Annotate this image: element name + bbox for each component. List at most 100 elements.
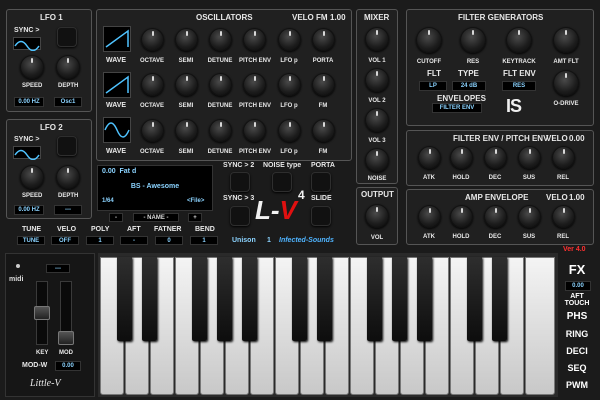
phs-button[interactable]: PHS [564, 311, 590, 322]
filter-odrive-knob[interactable] [553, 70, 579, 96]
osc3-fm-knob[interactable] [312, 119, 335, 142]
deci-button[interactable]: DECI [564, 346, 590, 356]
type-value[interactable]: 24 dB [452, 81, 486, 91]
lfo1-depth-knob[interactable] [56, 55, 80, 79]
osc1-lfo-p-knob[interactable] [278, 28, 301, 51]
velo-fm-value[interactable]: 1.00 [330, 13, 346, 22]
mod-wheel-handle[interactable] [58, 331, 74, 345]
lfo1-depth-value[interactable]: Osc1 [54, 97, 82, 107]
black-key[interactable] [392, 257, 407, 341]
mixer-vol1-knob[interactable] [365, 27, 389, 51]
aft-touch-value[interactable]: 0.00 [565, 281, 591, 291]
black-key[interactable] [142, 257, 157, 341]
little-v-signature: Little-V [30, 378, 61, 389]
mixer-vol3-knob[interactable] [365, 108, 389, 132]
lfo1-speed-value[interactable]: 0.00 HZ [14, 97, 44, 107]
envelopes-value[interactable]: FILTER ENV [432, 103, 482, 113]
unison-value[interactable]: 1 [267, 237, 271, 244]
amp-env-hold-knob[interactable] [450, 205, 473, 228]
lfo1-wave-display[interactable] [13, 37, 41, 52]
osc3-lfo-p-knob[interactable] [278, 119, 301, 142]
filter-env-atk-knob[interactable] [418, 146, 441, 169]
black-key[interactable] [117, 257, 132, 341]
porta-button[interactable] [311, 172, 331, 192]
black-key[interactable] [217, 257, 232, 341]
lfo1-sync-button[interactable] [57, 27, 77, 47]
filter-res-knob[interactable] [460, 27, 486, 53]
black-key[interactable] [242, 257, 257, 341]
mixer-vol2-knob[interactable] [365, 68, 389, 92]
tune-value[interactable]: TUNE [17, 236, 45, 245]
osc3-octave-knob[interactable] [141, 119, 164, 142]
osc2-lfo-p-knob[interactable] [278, 73, 301, 96]
osc2-fm-knob[interactable] [312, 73, 335, 96]
black-key[interactable] [367, 257, 382, 341]
filter-keytrack-knob[interactable] [506, 27, 532, 53]
osc2-pitch-env-knob[interactable] [243, 73, 266, 96]
black-key[interactable] [417, 257, 432, 341]
lfo2-depth-value[interactable]: --- [54, 205, 82, 215]
flt-env-value[interactable]: RES [502, 81, 536, 91]
bend-value[interactable]: 1 [190, 236, 218, 245]
mod-w-value[interactable]: 0.00 [55, 361, 81, 371]
preset-name-button[interactable]: - NAME - [133, 213, 179, 222]
osc2-semi-knob[interactable] [175, 73, 198, 96]
lfo2-sync-button[interactable] [57, 136, 77, 156]
osc3-semi-knob[interactable] [175, 119, 198, 142]
osc3-wave-display[interactable] [103, 117, 131, 143]
fatner-value[interactable]: 0 [155, 236, 183, 245]
amp-env-dec-knob[interactable] [484, 205, 507, 228]
lfo2-depth-knob[interactable] [56, 165, 80, 189]
filter-amt-flt-knob[interactable] [553, 27, 579, 53]
poly-value[interactable]: 1 [86, 236, 114, 245]
osc2-wave-display[interactable] [103, 72, 131, 98]
filter-cutoff-knob[interactable] [416, 27, 442, 53]
osc1-porta-knob[interactable] [312, 28, 335, 51]
osc3-pitch-env-knob[interactable] [243, 119, 266, 142]
osc2-octave-knob[interactable] [141, 73, 164, 96]
preset-next-button[interactable]: + [188, 213, 202, 222]
preset-file-button[interactable]: <File> [187, 198, 204, 204]
lfo2-speed-knob[interactable] [20, 165, 44, 189]
filter-env-rel-knob[interactable] [552, 146, 575, 169]
lfo2-wave-display[interactable] [13, 146, 41, 161]
output-vol-knob[interactable] [365, 204, 389, 228]
aft-value[interactable]: - [120, 236, 148, 245]
black-key[interactable] [192, 257, 207, 341]
lfo1-speed-knob[interactable] [20, 55, 44, 79]
osc1-wave-display[interactable] [103, 26, 131, 52]
black-key[interactable] [492, 257, 507, 341]
flt-value[interactable]: LP [419, 81, 447, 91]
ring-button[interactable]: RING [564, 329, 590, 339]
black-key[interactable] [467, 257, 482, 341]
slide-button[interactable] [311, 206, 331, 226]
amp-env-velo-value[interactable]: 1.00 [569, 193, 585, 202]
filter-env-sus-knob[interactable] [518, 146, 541, 169]
pwm-button[interactable]: PWM [564, 380, 590, 390]
amp-env-sus-knob[interactable] [518, 205, 541, 228]
filter-env-velo-value[interactable]: 0.00 [569, 134, 585, 143]
noise-type-button[interactable] [272, 172, 292, 192]
key-wheel-handle[interactable] [34, 306, 50, 320]
osc1-pitch-env-knob[interactable] [243, 28, 266, 51]
fx-button[interactable]: FX [564, 262, 590, 277]
osc1-octave-knob[interactable] [141, 28, 164, 51]
osc2-detune-knob[interactable] [209, 73, 232, 96]
lfo2-speed-value[interactable]: 0.00 HZ [14, 205, 44, 215]
sync3-button[interactable] [230, 206, 250, 226]
black-key[interactable] [292, 257, 307, 341]
black-key[interactable] [317, 257, 332, 341]
osc3-detune-knob[interactable] [209, 119, 232, 142]
osc1-semi-knob[interactable] [175, 28, 198, 51]
amp-env-atk-knob[interactable] [418, 205, 441, 228]
mixer-noise-knob[interactable] [365, 148, 389, 172]
seq-button[interactable]: SEQ [564, 363, 590, 373]
amp-env-rel-knob[interactable] [552, 205, 575, 228]
filter-env-hold-knob[interactable] [450, 146, 473, 169]
velo-value[interactable]: OFF [51, 236, 79, 245]
filter-env-dec-knob[interactable] [484, 146, 507, 169]
sync2-button[interactable] [230, 172, 250, 192]
white-key[interactable] [525, 257, 555, 395]
preset-prev-button[interactable]: - [109, 213, 123, 222]
osc1-detune-knob[interactable] [209, 28, 232, 51]
